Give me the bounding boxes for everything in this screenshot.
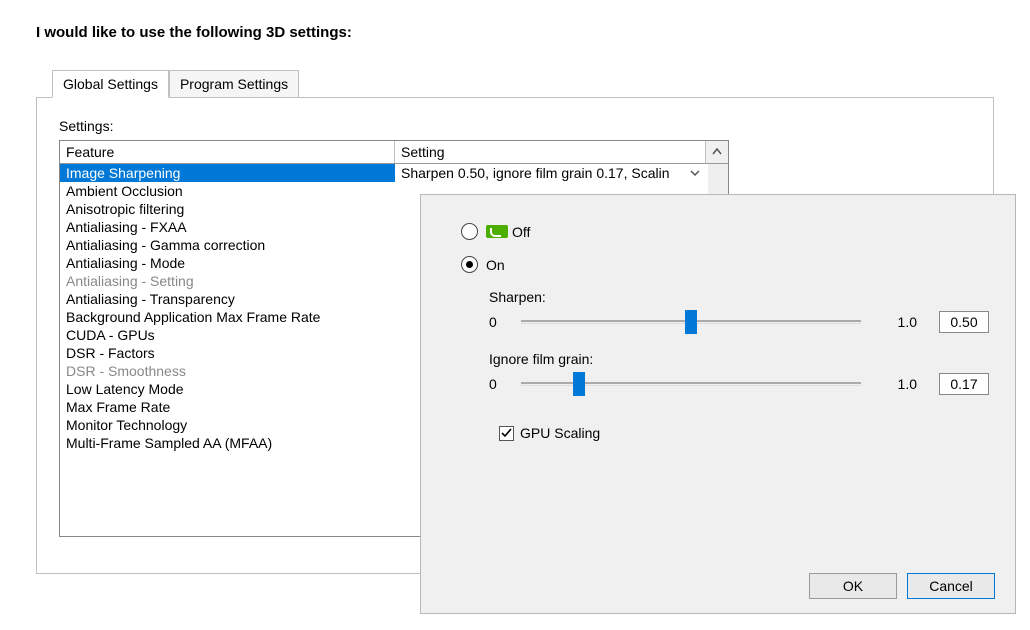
radio-off-label: Off — [512, 224, 530, 240]
chevron-down-icon[interactable] — [688, 168, 702, 178]
feature-cell: Antialiasing - Mode — [60, 254, 395, 272]
scroll-up-button[interactable] — [706, 141, 728, 163]
feature-cell: Antialiasing - Gamma correction — [60, 236, 395, 254]
feature-cell: Antialiasing - FXAA — [60, 218, 395, 236]
feature-cell: Multi-Frame Sampled AA (MFAA) — [60, 434, 395, 452]
feature-cell: Max Frame Rate — [60, 398, 395, 416]
setting-text: Sharpen 0.50, ignore film grain 0.17, Sc… — [401, 165, 670, 181]
grain-slider[interactable] — [521, 376, 861, 392]
grain-label: Ignore film grain: — [489, 351, 989, 367]
sharpening-popup: Off On Sharpen: 0 1.0 0.50 Ignore film g… — [420, 194, 1016, 614]
feature-cell: Image Sharpening — [60, 164, 395, 182]
feature-cell: Background Application Max Frame Rate — [60, 308, 395, 326]
cancel-button[interactable]: Cancel — [907, 573, 995, 599]
nvidia-icon — [486, 225, 508, 238]
radio-off[interactable] — [461, 223, 478, 240]
grain-max: 1.0 — [877, 376, 917, 392]
gpu-scaling-label: GPU Scaling — [520, 425, 600, 441]
feature-cell: DSR - Smoothness — [60, 362, 395, 380]
feature-cell: Ambient Occlusion — [60, 182, 395, 200]
table-row[interactable]: Image Sharpening Sharpen 0.50, ignore fil… — [60, 164, 728, 182]
setting-cell[interactable]: Sharpen 0.50, ignore film grain 0.17, Sc… — [395, 164, 708, 182]
grain-thumb[interactable] — [573, 372, 585, 396]
tab-program-settings[interactable]: Program Settings — [169, 70, 299, 98]
grain-value[interactable]: 0.17 — [939, 373, 989, 395]
radio-on-label: On — [486, 257, 505, 273]
grain-min: 0 — [489, 376, 513, 392]
column-header-feature[interactable]: Feature — [60, 141, 395, 163]
feature-cell: DSR - Factors — [60, 344, 395, 362]
sharpen-max: 1.0 — [877, 314, 917, 330]
radio-on[interactable] — [461, 256, 478, 273]
feature-cell: Anisotropic filtering — [60, 200, 395, 218]
settings-label: Settings: — [59, 118, 971, 134]
feature-cell: CUDA - GPUs — [60, 326, 395, 344]
gpu-scaling-checkbox[interactable] — [499, 426, 514, 441]
tab-global-settings[interactable]: Global Settings — [52, 70, 169, 98]
check-icon — [501, 428, 512, 439]
chevron-up-icon — [712, 147, 722, 157]
feature-cell: Monitor Technology — [60, 416, 395, 434]
sharpen-min: 0 — [489, 314, 513, 330]
sharpen-slider[interactable] — [521, 314, 861, 330]
page-title: I would like to use the following 3D set… — [36, 24, 994, 41]
sharpen-label: Sharpen: — [489, 289, 989, 305]
column-header-setting[interactable]: Setting — [395, 141, 706, 163]
ok-button[interactable]: OK — [809, 573, 897, 599]
tab-bar: Global Settings Program Settings — [52, 69, 994, 97]
sharpen-value[interactable]: 0.50 — [939, 311, 989, 333]
feature-cell: Antialiasing - Transparency — [60, 290, 395, 308]
feature-cell: Low Latency Mode — [60, 380, 395, 398]
sharpen-thumb[interactable] — [685, 310, 697, 334]
feature-cell: Antialiasing - Setting — [60, 272, 395, 290]
